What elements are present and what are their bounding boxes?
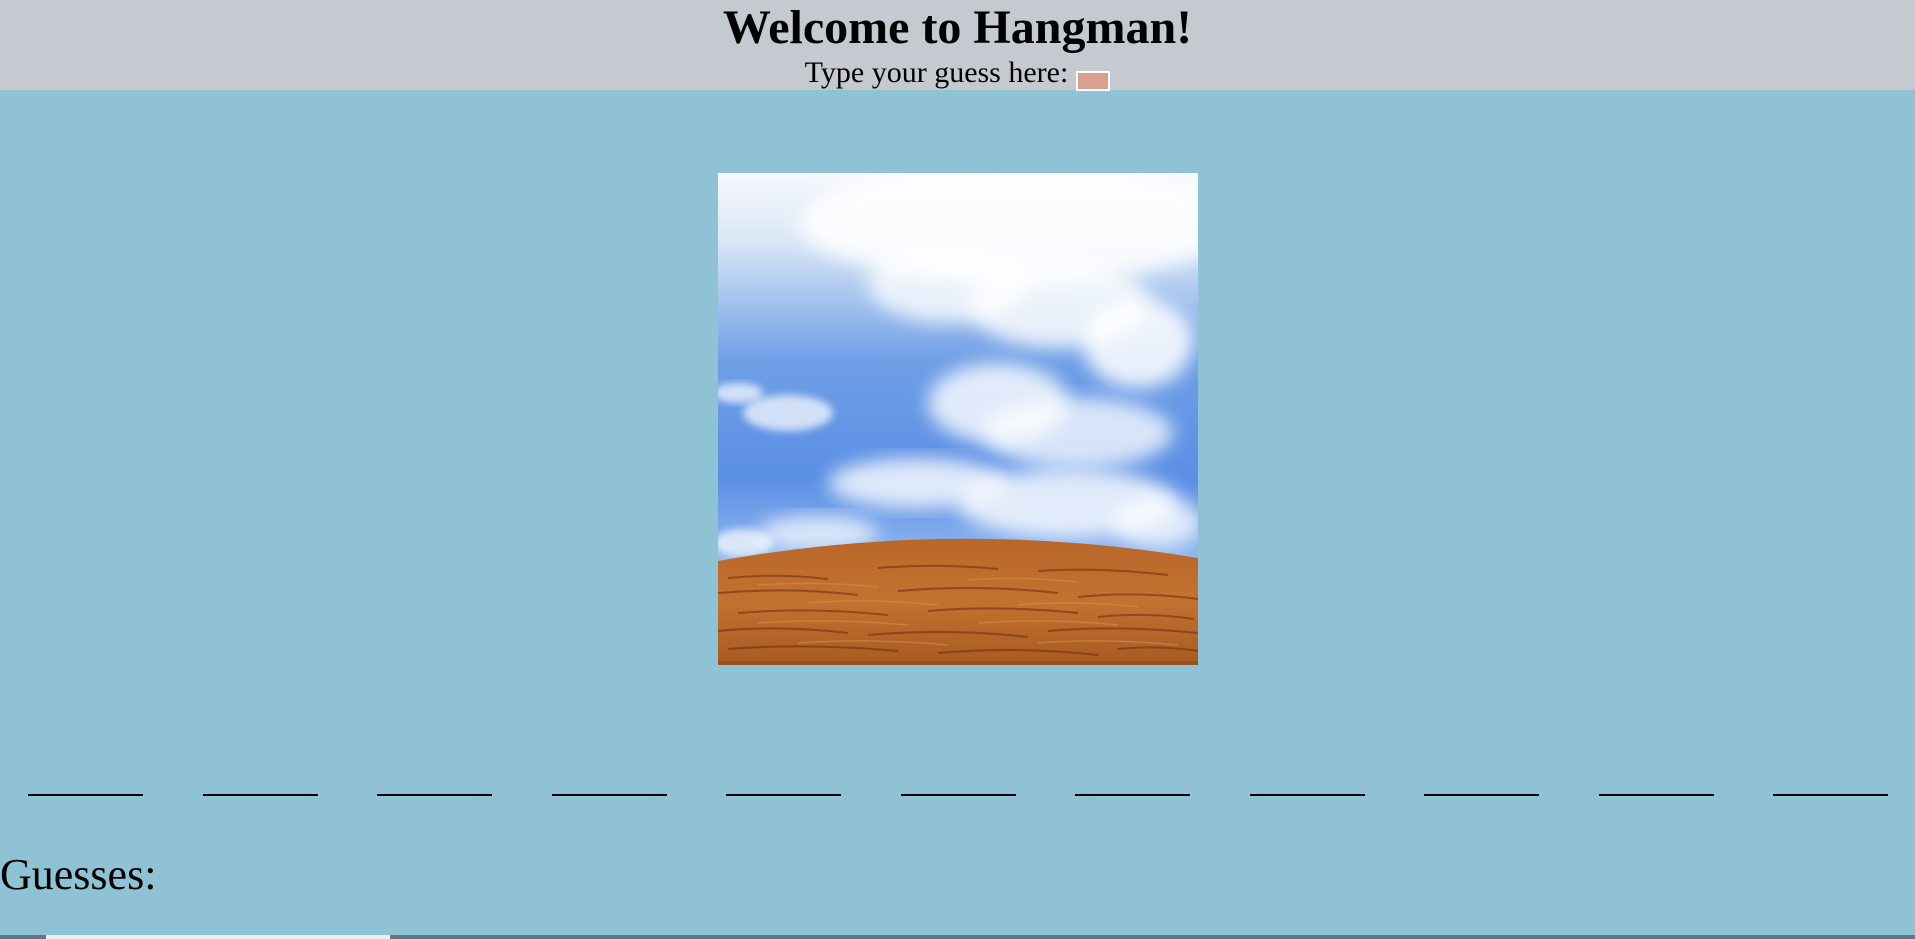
hangman-scene-drawing	[718, 173, 1198, 665]
guess-prompt-label: Type your guess here:	[804, 56, 1069, 89]
letter-blank	[377, 794, 492, 796]
letter-blank	[28, 794, 143, 796]
letter-blank	[1599, 794, 1714, 796]
scrollbar-thumb[interactable]	[46, 935, 390, 939]
guess-input[interactable]	[1076, 70, 1111, 91]
letter-blank	[1773, 794, 1888, 796]
letter-blank	[901, 794, 1016, 796]
header: Welcome to Hangman! Type your guess here…	[0, 0, 1915, 91]
page-title: Welcome to Hangman!	[722, 1, 1193, 54]
letter-blank	[552, 794, 667, 796]
guess-prompt-row: Type your guess here:	[0, 56, 1915, 91]
letter-blank	[726, 794, 841, 796]
horizontal-scrollbar[interactable]	[0, 935, 1915, 939]
guesses-label: Guesses:	[0, 850, 157, 899]
cloud-group	[718, 173, 1198, 557]
hangman-scene-image	[718, 173, 1198, 665]
letter-blank	[203, 794, 318, 796]
wooden-ground	[718, 538, 1198, 665]
letter-blank	[1250, 794, 1365, 796]
word-blanks	[0, 760, 1915, 800]
letter-blank	[1424, 794, 1539, 796]
letter-blank	[1075, 794, 1190, 796]
